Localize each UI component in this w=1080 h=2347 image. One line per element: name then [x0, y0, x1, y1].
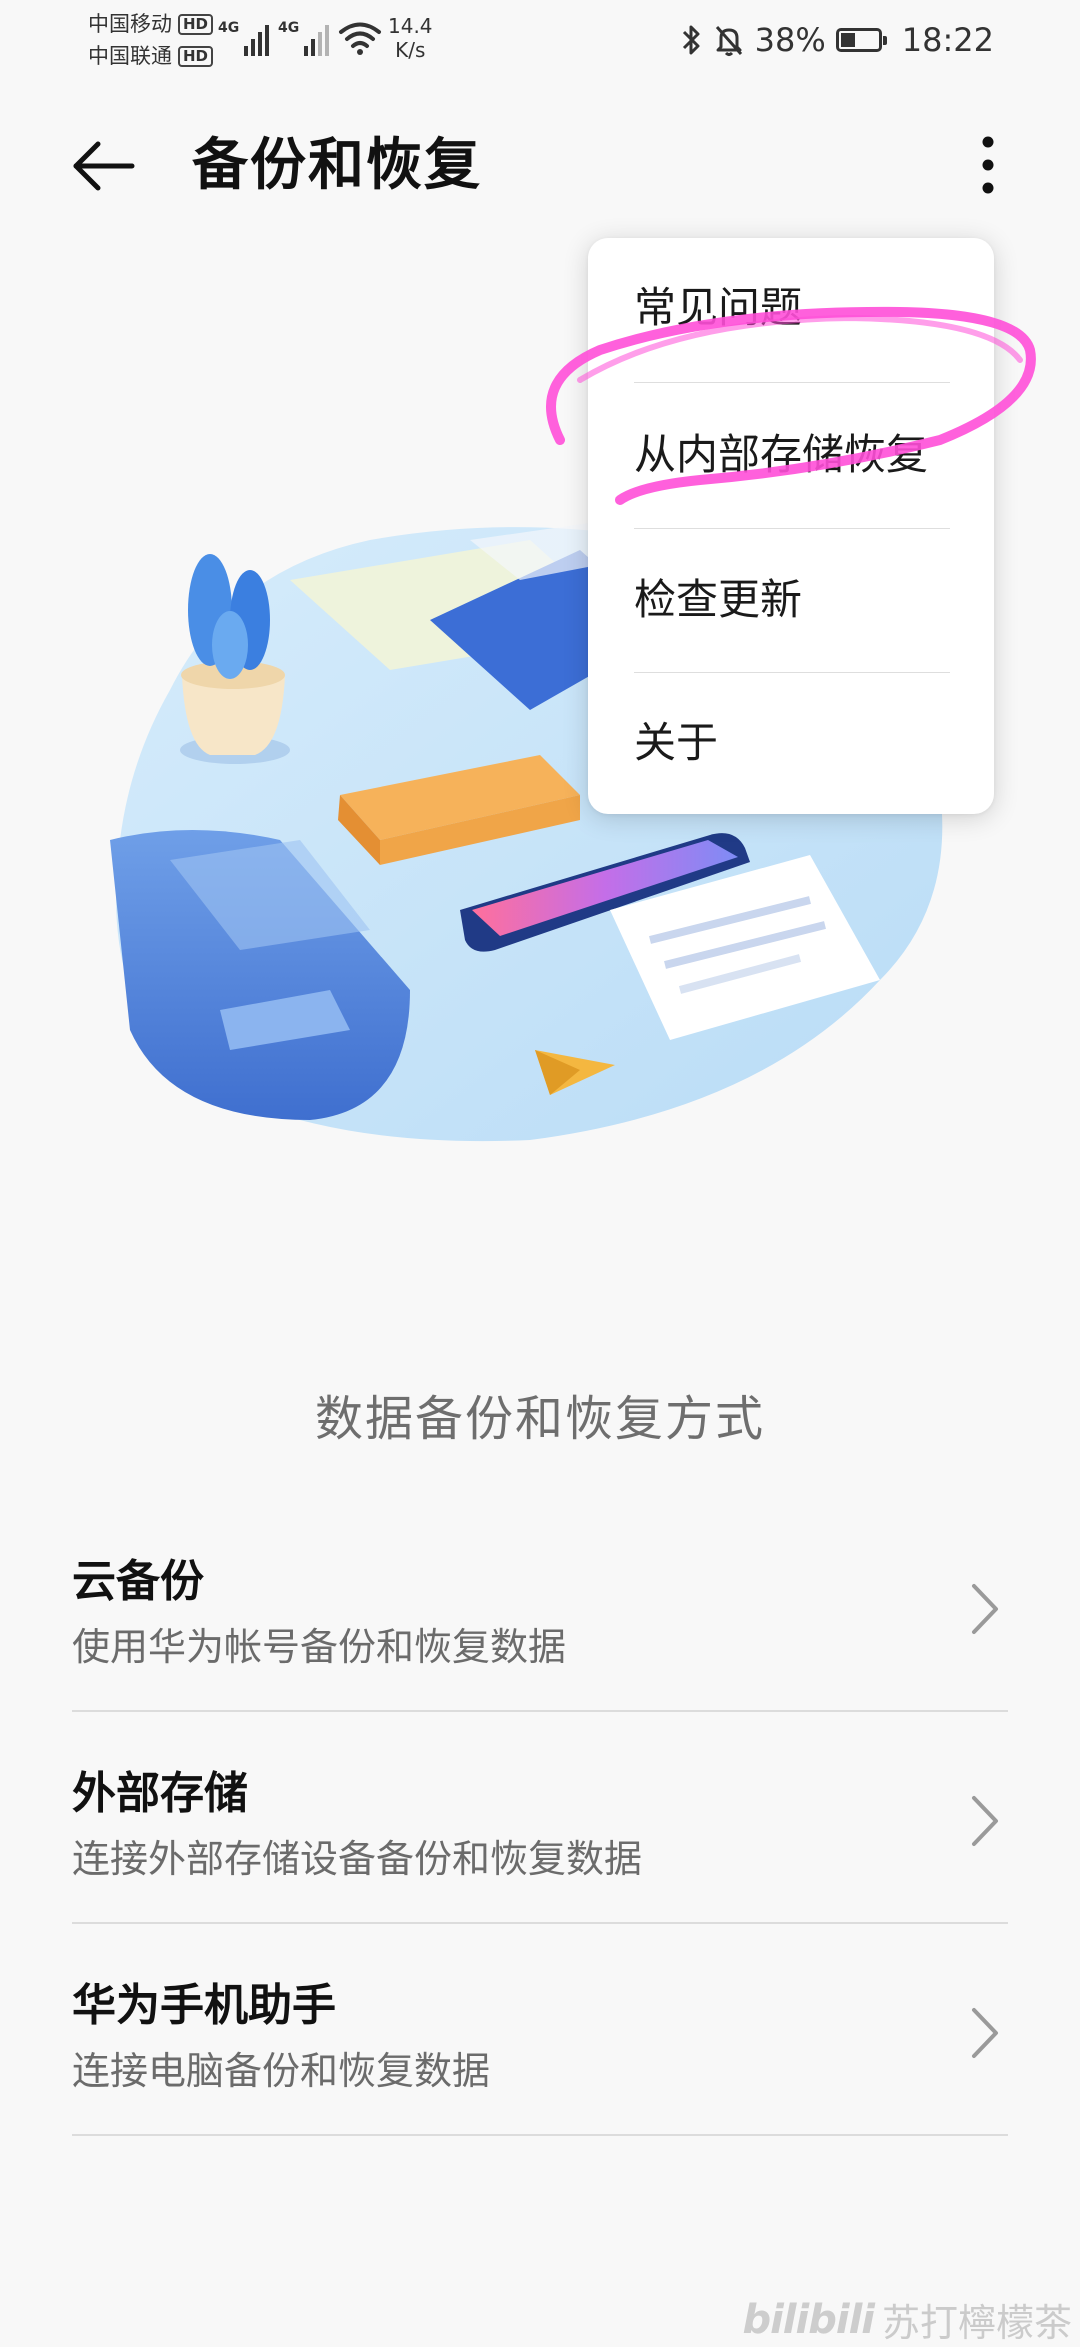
chevron-right-icon [972, 1584, 998, 1634]
menu-item-about-label: 关于 [634, 718, 719, 767]
menu-item-faq[interactable]: 常见问题 [634, 238, 950, 334]
menu-item-check-updates-label: 检查更新 [634, 575, 803, 624]
list-item-subtitle: 使用华为帐号备份和恢复数据 [72, 1625, 567, 1669]
hd-badge-1: HD [178, 13, 214, 35]
battery-icon [835, 28, 887, 52]
overflow-menu: 常见问题 从内部存储恢复 检查更新 关于 [588, 238, 994, 814]
list-item-title: 外部存储 [72, 1768, 248, 1819]
page-title: 备份和恢复 [192, 133, 482, 198]
battery-percent: 38% [754, 21, 826, 59]
arrow-left-icon[interactable] [64, 126, 144, 206]
list-item-title: 华为手机助手 [72, 1980, 336, 2031]
list-item-subtitle: 连接电脑备份和恢复数据 [72, 2049, 491, 2093]
chevron-right-icon [972, 1796, 998, 1846]
bluetooth-icon [682, 25, 700, 55]
network-type-1: 4G [218, 20, 240, 36]
wifi-icon [339, 22, 381, 55]
more-vertical-icon[interactable] [960, 130, 1016, 200]
backup-options-list: 云备份 使用华为帐号备份和恢复数据 外部存储 连接外部存储设备备份和恢复数据 华… [72, 1500, 1008, 2136]
list-item-subtitle: 连接外部存储设备备份和恢复数据 [72, 1837, 643, 1881]
hd-badge-2: HD [178, 45, 214, 67]
bilibili-logo: bilibili [742, 2296, 875, 2343]
section-title: 数据备份和恢复方式 [314, 1391, 765, 1447]
network-speed-value: 14.4 [388, 14, 433, 38]
clock: 18:22 [901, 21, 994, 59]
list-item-huawei-hisuite[interactable]: 华为手机助手 连接电脑备份和恢复数据 [72, 1924, 1008, 2136]
list-item-external-storage[interactable]: 外部存储 连接外部存储设备备份和恢复数据 [72, 1712, 1008, 1924]
network-speed: 14.4 K/s [388, 14, 433, 62]
mute-bell-icon [715, 26, 742, 56]
status-right: 38% 18:22 [681, 16, 994, 64]
signal-2-icon: 4G [278, 20, 330, 56]
menu-item-about[interactable]: 关于 [634, 672, 950, 814]
network-type-2: 4G [278, 20, 300, 36]
watermark-text: 苏打檸檬茶 [881, 2301, 1072, 2345]
watermark: bilibili 苏打檸檬茶 [742, 2292, 1072, 2347]
status-bar: 中国移动 HD 中国联通 HD 4G 4G 14.4 K/s 38% 18:22 [0, 0, 1080, 80]
carrier-1-label: 中国移动 [88, 12, 172, 36]
menu-item-faq-label: 常见问题 [634, 283, 803, 332]
network-speed-unit: K/s [395, 38, 426, 62]
chevron-right-icon [972, 2008, 998, 2058]
menu-item-check-updates[interactable]: 检查更新 [634, 528, 950, 672]
signal-1-icon: 4G [218, 20, 270, 56]
carrier-info: 中国移动 HD 中国联通 HD [88, 8, 214, 72]
menu-item-restore-internal-storage[interactable]: 从内部存储恢复 [634, 382, 950, 528]
list-item-cloud-backup[interactable]: 云备份 使用华为帐号备份和恢复数据 [72, 1500, 1008, 1712]
list-item-title: 云备份 [72, 1556, 204, 1607]
menu-item-restore-label: 从内部存储恢复 [634, 430, 929, 479]
carrier-2-label: 中国联通 [88, 44, 172, 68]
